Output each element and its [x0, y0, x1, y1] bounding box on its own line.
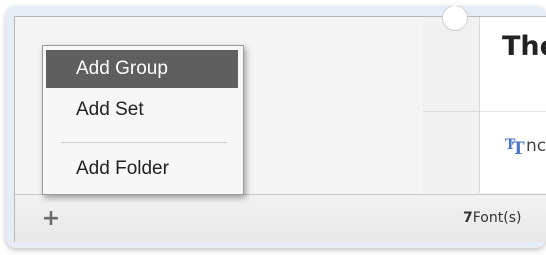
preview-title-text: The	[502, 31, 546, 62]
add-context-menu: Add Group Add Set Add Folder	[42, 45, 244, 195]
font-manager-window: The T T nc + 7Font(s) Add Group Add Set …	[14, 6, 546, 242]
font-type-icon: T T	[505, 137, 525, 159]
add-button[interactable]: +	[41, 206, 61, 231]
menu-item-add-set[interactable]: Add Set	[46, 91, 238, 129]
status-bar: + 7Font(s)	[15, 194, 546, 242]
font-preview-pane: The T T nc	[480, 17, 546, 193]
font-name-text: nc	[526, 136, 546, 156]
font-list-column[interactable]	[423, 17, 480, 193]
app-frame: The T T nc + 7Font(s) Add Group Add Set …	[6, 6, 546, 248]
font-type-icon-glyph-large: T	[512, 139, 525, 159]
menu-separator	[61, 142, 227, 143]
menu-item-add-group[interactable]: Add Group	[46, 50, 238, 88]
selection-circle[interactable]	[442, 6, 468, 31]
font-count-number: 7	[463, 210, 473, 226]
plus-icon: +	[41, 206, 61, 231]
preview-divider	[480, 111, 546, 112]
menu-item-add-folder[interactable]: Add Folder	[46, 150, 238, 188]
font-count-suffix: Font(s)	[472, 210, 522, 226]
column-divider	[423, 111, 480, 112]
font-count-label: 7Font(s)	[463, 210, 521, 226]
